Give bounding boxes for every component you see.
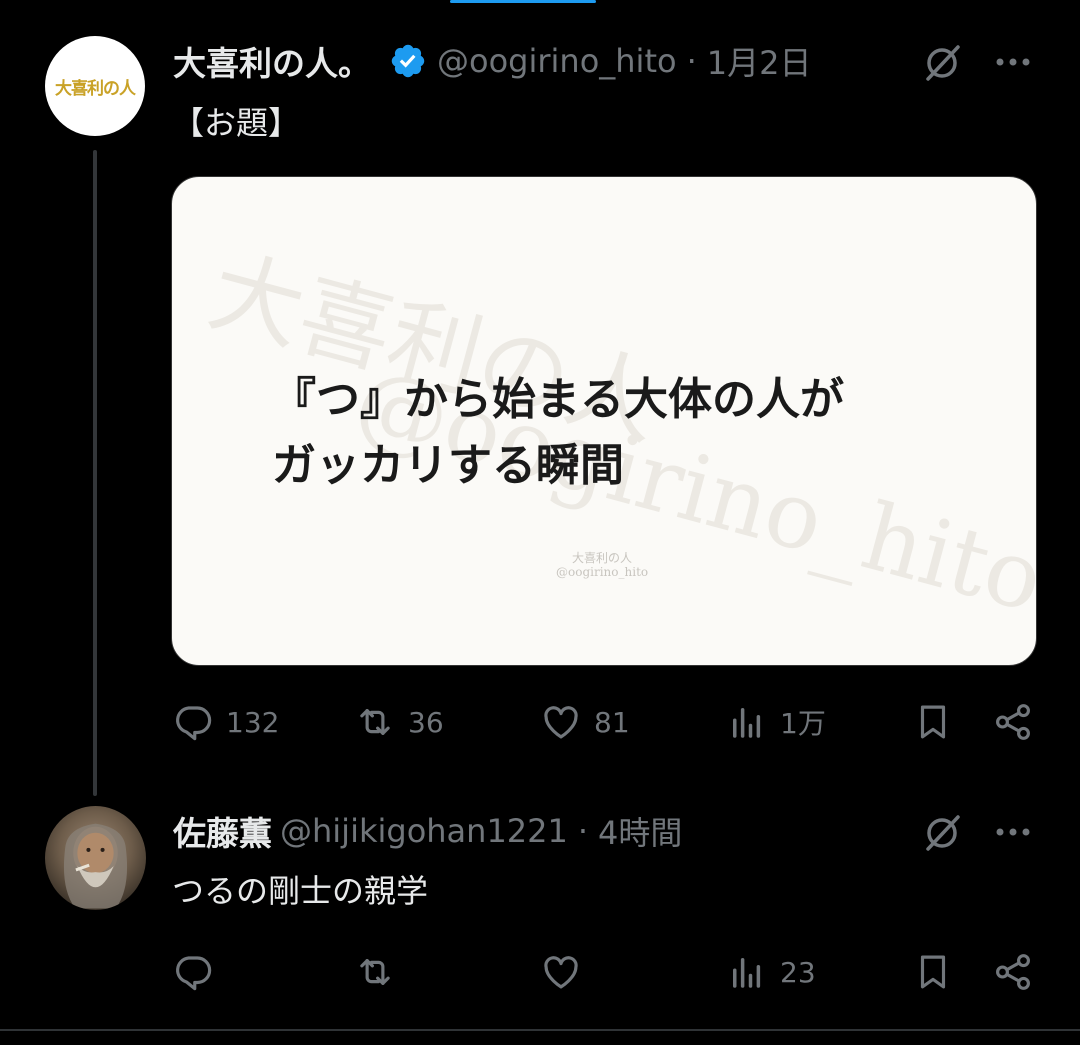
- views-button[interactable]: 23: [726, 947, 816, 997]
- like-count: 81: [594, 705, 630, 739]
- author-name[interactable]: 大喜利の人。: [173, 37, 371, 85]
- watermark-small: 大喜利の人 @oogirino_hito: [556, 551, 648, 579]
- author-name[interactable]: 佐藤薫: [173, 807, 272, 855]
- analytics-icon: [733, 958, 761, 988]
- view-count: 23: [780, 955, 816, 989]
- avatar[interactable]: 大喜利の人: [45, 36, 145, 136]
- verified-badge-icon: [391, 44, 425, 78]
- tweet-actions: 132 36 81 1万: [172, 697, 1042, 747]
- heart-icon: [544, 956, 578, 989]
- reply-count: 132: [226, 705, 280, 739]
- avatar-photo: [63, 823, 128, 909]
- watermark-small-handle: @oogirino_hito: [556, 565, 649, 579]
- reply-header: 佐藤薫 @hijikigohan1221 · 4時間: [173, 808, 682, 854]
- separator-dot: ·: [577, 812, 589, 850]
- avatar[interactable]: [45, 806, 146, 910]
- reply-icon: [176, 956, 212, 991]
- retweet-icon: [360, 709, 390, 735]
- more-options-icon[interactable]: [992, 52, 1036, 72]
- reply-button[interactable]: 132: [172, 697, 279, 747]
- reply-actions: 23: [172, 947, 1042, 997]
- avatar-logo-text: 大喜利の人: [55, 78, 136, 99]
- like-button[interactable]: [540, 947, 582, 997]
- analytics-icon: [733, 708, 761, 738]
- reply-button[interactable]: [172, 947, 214, 997]
- share-button[interactable]: [992, 947, 1034, 997]
- bookmark-icon: [920, 955, 946, 989]
- author-handle[interactable]: @oogirino_hito: [437, 42, 677, 80]
- timestamp[interactable]: 4時間: [598, 808, 682, 854]
- share-icon: [996, 954, 1030, 990]
- tweet-header: 大喜利の人。 @oogirino_hito · 1月2日: [173, 38, 811, 84]
- like-button[interactable]: 81: [540, 697, 630, 747]
- reply-icon: [176, 706, 212, 741]
- media-caption: 『つ』から始まる大体の人が ガッカリする瞬間: [272, 374, 844, 491]
- grok-icon[interactable]: [920, 811, 964, 855]
- views-button[interactable]: 1万: [726, 697, 826, 747]
- retweet-button[interactable]: 36: [354, 697, 444, 747]
- retweet-button[interactable]: [354, 947, 396, 997]
- retweet-icon: [360, 959, 390, 985]
- bookmark-button[interactable]: [912, 697, 954, 747]
- author-handle[interactable]: @hijikigohan1221: [280, 812, 568, 850]
- tweet-text: 【お題】: [172, 104, 301, 142]
- share-button[interactable]: [992, 697, 1034, 747]
- watermark-small-name: 大喜利の人: [572, 551, 633, 565]
- tab-indicator: [450, 0, 596, 3]
- retweet-count: 36: [408, 705, 444, 739]
- grok-icon[interactable]: [920, 41, 964, 85]
- timestamp[interactable]: 1月2日: [707, 38, 812, 84]
- divider: [0, 1029, 1080, 1031]
- more-options-icon[interactable]: [992, 822, 1036, 842]
- heart-icon: [544, 706, 578, 739]
- tweet-media-image[interactable]: 大喜利の人 @oogirino_hito 『つ』から始まる大体の人が ガッカリす…: [171, 176, 1037, 666]
- bookmark-button[interactable]: [912, 947, 954, 997]
- bookmark-icon: [920, 705, 946, 739]
- thread-line: [93, 150, 97, 796]
- reply-text: つるの剛士の親学: [172, 872, 429, 910]
- separator-dot: ·: [686, 42, 697, 80]
- share-icon: [996, 704, 1030, 740]
- view-count: 1万: [780, 707, 826, 740]
